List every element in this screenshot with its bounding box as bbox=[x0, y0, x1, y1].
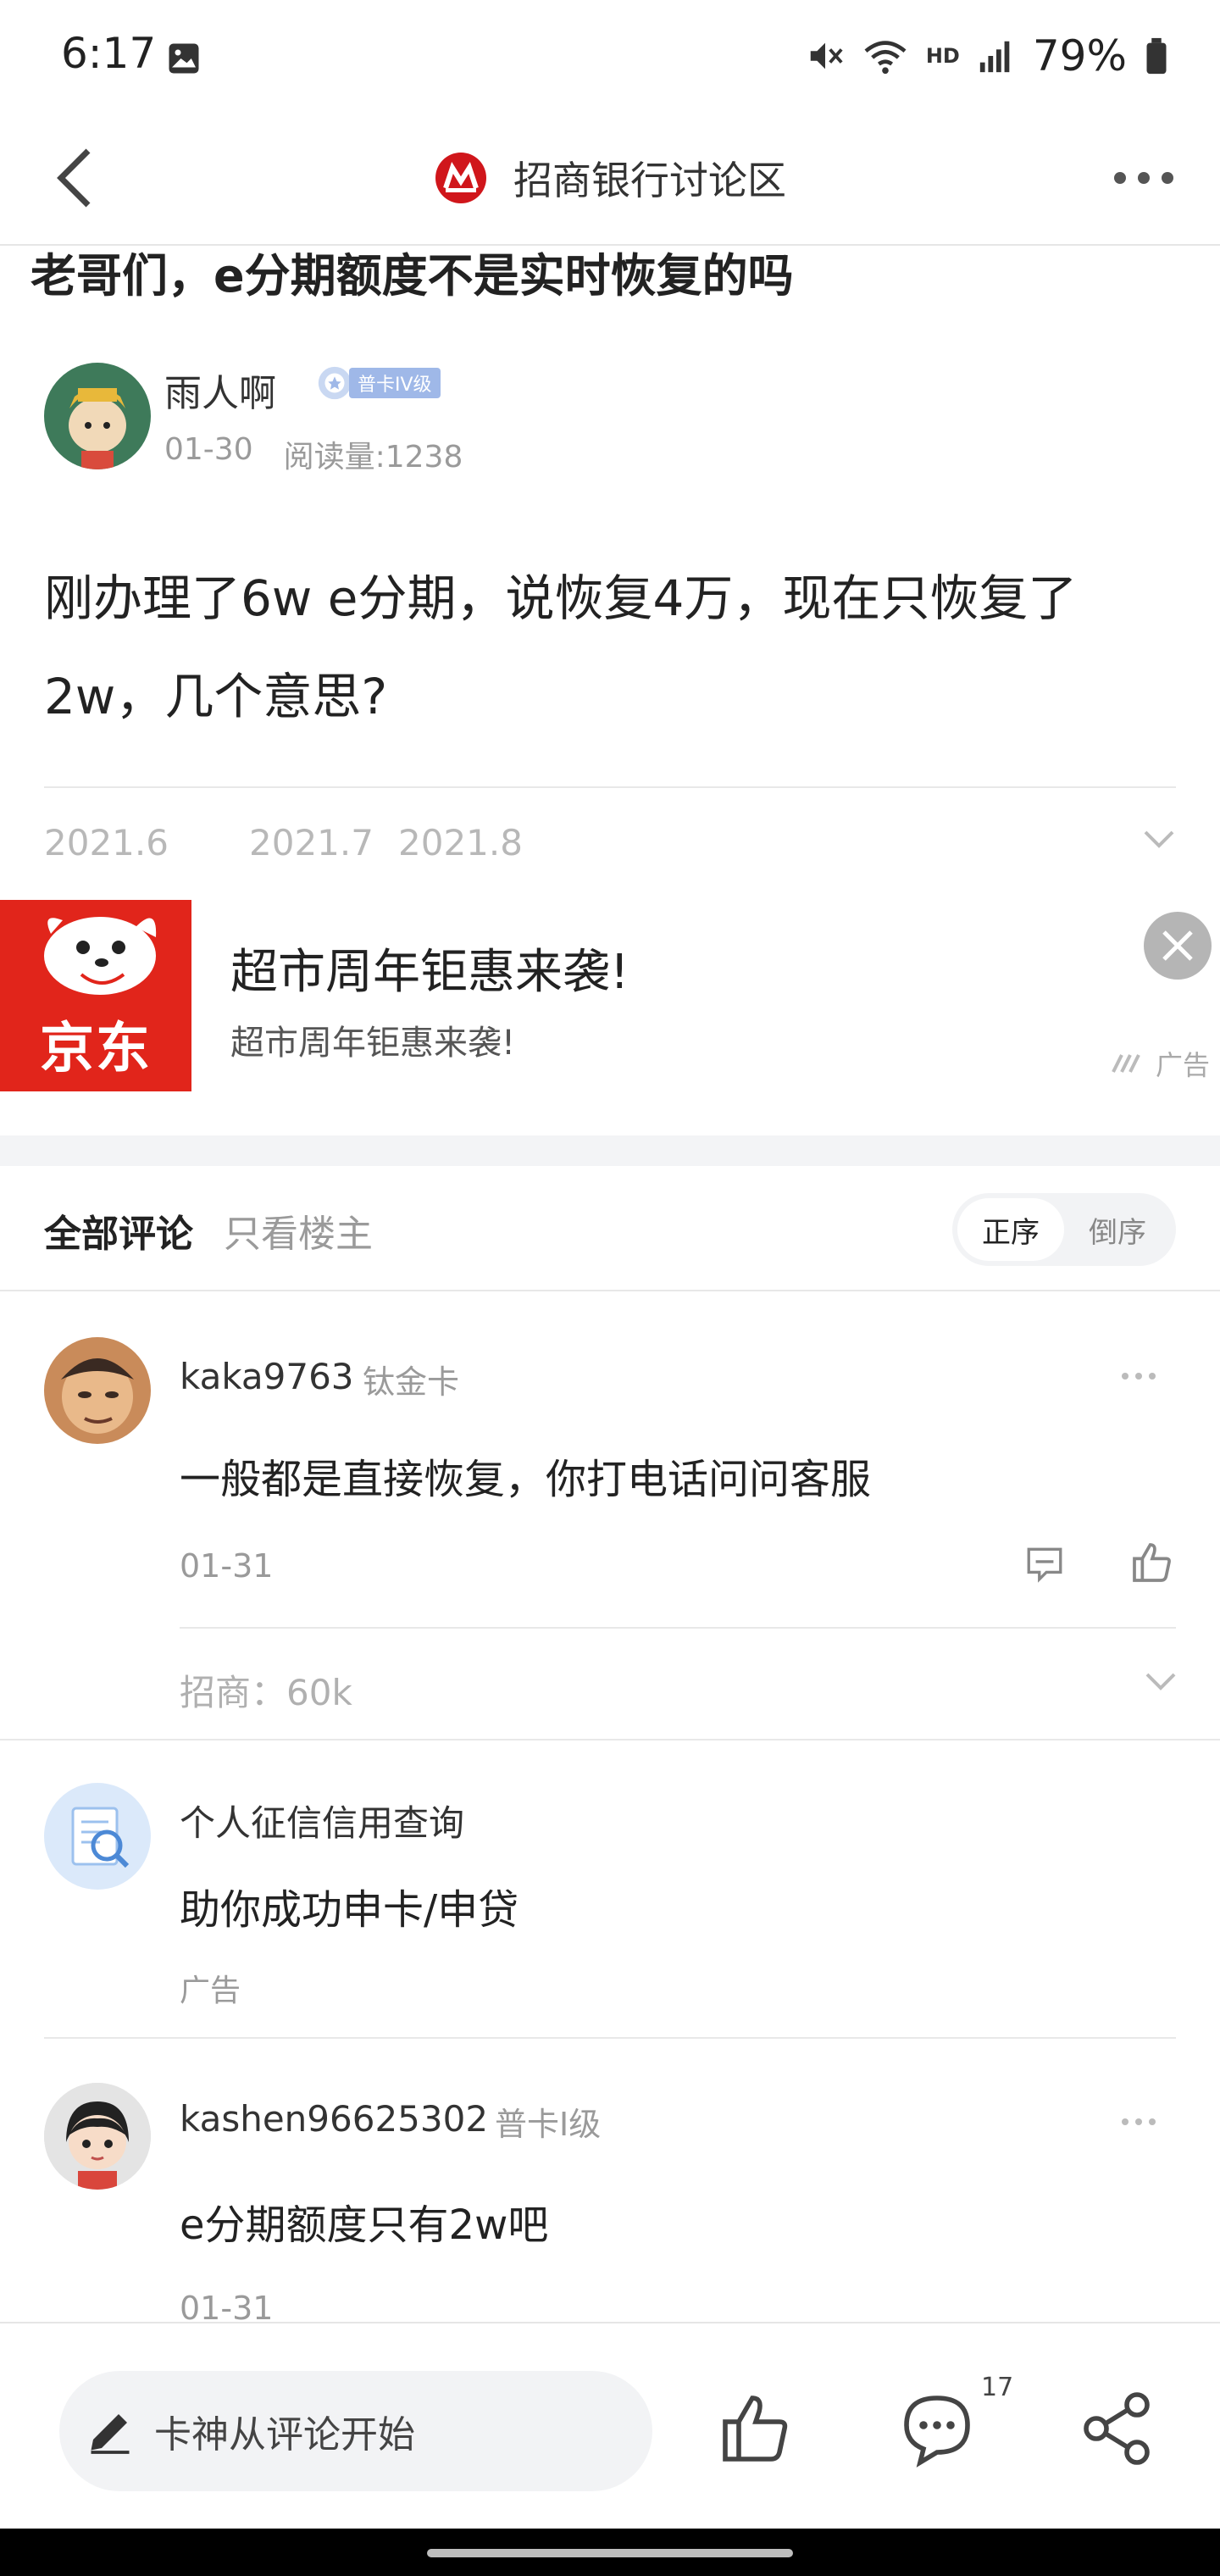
chevron-down-icon[interactable] bbox=[1142, 827, 1176, 851]
inline-ad-text[interactable]: 助你成功申卡/申贷 bbox=[180, 1876, 518, 1935]
author-avatar[interactable] bbox=[44, 363, 151, 469]
comment-more-button[interactable] bbox=[1113, 2105, 1164, 2139]
close-icon bbox=[1162, 930, 1193, 961]
attachment-item[interactable]: 2021.7 bbox=[249, 822, 374, 863]
ad-close-button[interactable] bbox=[1144, 912, 1212, 980]
tab-all-comments[interactable]: 全部评论 bbox=[44, 1203, 193, 1257]
commenter-avatar[interactable] bbox=[44, 1337, 151, 1444]
comment-placeholder: 卡神从评论开始 bbox=[154, 2413, 415, 2457]
status-bar: 6:17 HD 79% bbox=[0, 0, 1220, 110]
image-notification-icon bbox=[169, 43, 199, 74]
avatar-image bbox=[44, 2083, 151, 2190]
home-gesture-handle[interactable] bbox=[427, 2549, 793, 2557]
commenter-level: 普卡I级 bbox=[495, 2106, 602, 2143]
status-time: 6:17 bbox=[61, 29, 157, 78]
commenter-card-tag: 招商：60k bbox=[180, 1672, 352, 1713]
credit-check-ad-icon[interactable] bbox=[44, 1783, 151, 1890]
inline-ad-title[interactable]: 个人征信信用查询 bbox=[180, 1795, 464, 1846]
comment-button-icon[interactable] bbox=[896, 2388, 978, 2469]
mute-icon bbox=[810, 42, 843, 69]
more-dots-icon bbox=[1114, 172, 1173, 184]
commenter-name[interactable]: kashen96625302 bbox=[180, 2098, 488, 2140]
ad-banner[interactable]: 京东 超市周年钜惠来袭! 超市周年钜惠来袭! 广告 bbox=[0, 900, 1220, 1103]
like-button-icon[interactable] bbox=[715, 2388, 796, 2469]
avatar-image bbox=[44, 363, 151, 469]
sort-toggle: 正序 倒序 bbox=[952, 1193, 1176, 1266]
battery-percentage: 79% bbox=[1032, 31, 1127, 80]
sort-ascending-button[interactable]: 正序 bbox=[957, 1198, 1064, 1261]
comment-date: 01-31 bbox=[180, 1547, 274, 1585]
header-center: 招商银行讨论区 bbox=[0, 136, 1220, 220]
page-title: 招商银行讨论区 bbox=[513, 158, 786, 203]
divider bbox=[180, 1627, 1176, 1629]
more-options-button[interactable] bbox=[1101, 136, 1186, 220]
comment-input[interactable]: 卡神从评论开始 bbox=[59, 2371, 652, 2491]
chevron-down-icon[interactable] bbox=[1144, 1669, 1178, 1693]
divider bbox=[0, 1739, 1220, 1740]
thumbs-up-icon[interactable] bbox=[1128, 1539, 1176, 1586]
system-nav-bar bbox=[0, 2529, 1220, 2576]
wifi-icon bbox=[864, 41, 907, 75]
attachment-item[interactable]: 2021.8 bbox=[398, 822, 523, 863]
cmb-logo-icon bbox=[435, 153, 486, 203]
section-separator bbox=[0, 1135, 1220, 1166]
attachment-row[interactable]: 2021.6 2021.7 2021.8 bbox=[44, 822, 1176, 873]
more-dots-icon bbox=[1122, 1373, 1156, 1380]
author-level-badge: 普卡IV级 bbox=[315, 366, 441, 400]
commenter-name[interactable]: kaka9763 bbox=[180, 1356, 354, 1397]
comment-text: 一般都是直接恢复，你打电话问问客服 bbox=[180, 1456, 872, 1503]
signal-icon bbox=[979, 41, 1010, 73]
pencil-icon bbox=[91, 2414, 130, 2454]
ad-subtitle[interactable]: 超市周年钜惠来袭! bbox=[230, 1015, 515, 1064]
magnifier-document-icon bbox=[71, 1807, 130, 1868]
jd-brand-text: 京东 bbox=[40, 1018, 152, 1080]
post-date: 01-30 bbox=[164, 432, 253, 467]
battery-icon bbox=[1146, 37, 1167, 75]
ad-label-text: 广告 bbox=[1155, 1049, 1210, 1081]
comment-more-button[interactable] bbox=[1113, 1359, 1164, 1393]
divider bbox=[0, 1290, 1220, 1291]
hd-label: HD bbox=[925, 44, 960, 68]
status-icons: HD 79% bbox=[806, 31, 1169, 81]
post-title: 老哥们，e分期额度不是实时恢复的吗 bbox=[30, 249, 794, 303]
inline-ad-label: 广告 bbox=[180, 1974, 241, 2008]
commenter-level: 钛金卡 bbox=[363, 1363, 460, 1401]
divider bbox=[44, 786, 1176, 788]
ad-title[interactable]: 超市周年钜惠来袭! bbox=[230, 934, 629, 1002]
ad-mark-icon bbox=[1112, 1054, 1140, 1073]
jd-logo: 京东 bbox=[0, 900, 191, 1091]
share-button-icon[interactable] bbox=[1076, 2388, 1157, 2469]
header: 招商银行讨论区 bbox=[0, 110, 1220, 246]
commenter-avatar[interactable] bbox=[44, 2083, 151, 2190]
more-dots-icon bbox=[1122, 2118, 1156, 2125]
divider bbox=[44, 2037, 1176, 2039]
bottom-action-bar: 卡神从评论开始 17 bbox=[0, 2322, 1220, 2529]
comments-tabs: 全部评论 只看楼主 bbox=[44, 1203, 373, 1257]
post-body: 刚办理了6w e分期，说恢复4万，现在只恢复了2w，几个意思? bbox=[44, 569, 1078, 725]
author-name[interactable]: 雨人啊 bbox=[164, 363, 276, 417]
comment-text: e分期额度只有2w吧 bbox=[180, 2201, 549, 2249]
reply-icon[interactable] bbox=[1023, 1542, 1066, 1585]
jd-dog-icon bbox=[44, 917, 157, 995]
comment-count-badge: 17 bbox=[981, 2373, 1014, 2402]
read-count: 阅读量:1238 bbox=[283, 440, 463, 475]
attachment-item[interactable]: 2021.6 bbox=[44, 822, 169, 863]
ad-label: 广告 bbox=[1112, 1044, 1210, 1083]
author-level-text: 普卡IV级 bbox=[349, 368, 441, 398]
post-meta: 01-30 阅读量:1238 bbox=[164, 432, 463, 476]
tab-op-only[interactable]: 只看楼主 bbox=[224, 1203, 373, 1257]
sort-descending-button[interactable]: 倒序 bbox=[1064, 1198, 1171, 1261]
avatar-image bbox=[44, 1337, 151, 1444]
